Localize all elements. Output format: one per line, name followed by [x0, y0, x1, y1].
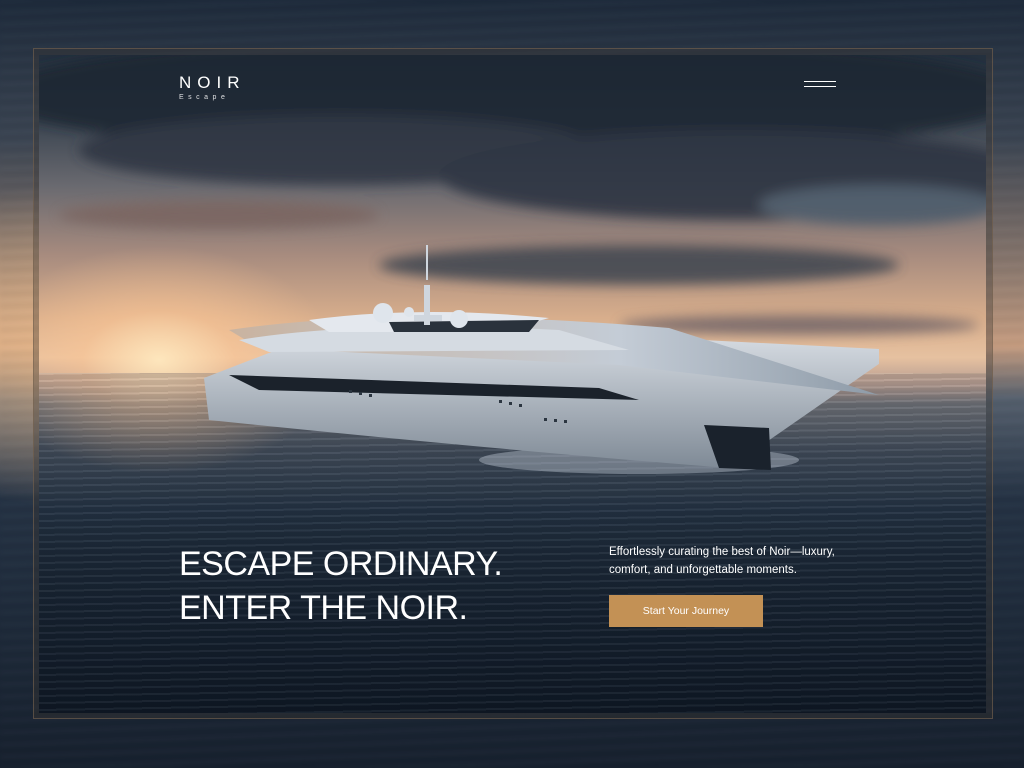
hero-headline: ESCAPE ORDINARY. ENTER THE NOIR.	[179, 542, 503, 630]
menu-bar-top	[804, 81, 836, 82]
headline-line-1: ESCAPE ORDINARY.	[179, 545, 503, 583]
yacht-image	[204, 245, 879, 474]
brand-name: NOIR	[179, 73, 246, 92]
start-journey-button[interactable]: Start Your Journey	[609, 595, 763, 627]
brand-subtitle: Escape	[179, 94, 230, 101]
hero-tagline: Effortlessly curating the best of Noir—l…	[609, 546, 835, 576]
menu-bar-bottom	[804, 86, 836, 87]
headline-line-2: ENTER THE NOIR.	[179, 589, 468, 627]
hamburger-menu-icon[interactable]	[804, 81, 836, 91]
hero-section: NOIR Escape ESCAPE ORDINARY. ENTER THE N…	[39, 55, 986, 713]
brand-logo[interactable]: NOIR Escape	[179, 73, 246, 101]
